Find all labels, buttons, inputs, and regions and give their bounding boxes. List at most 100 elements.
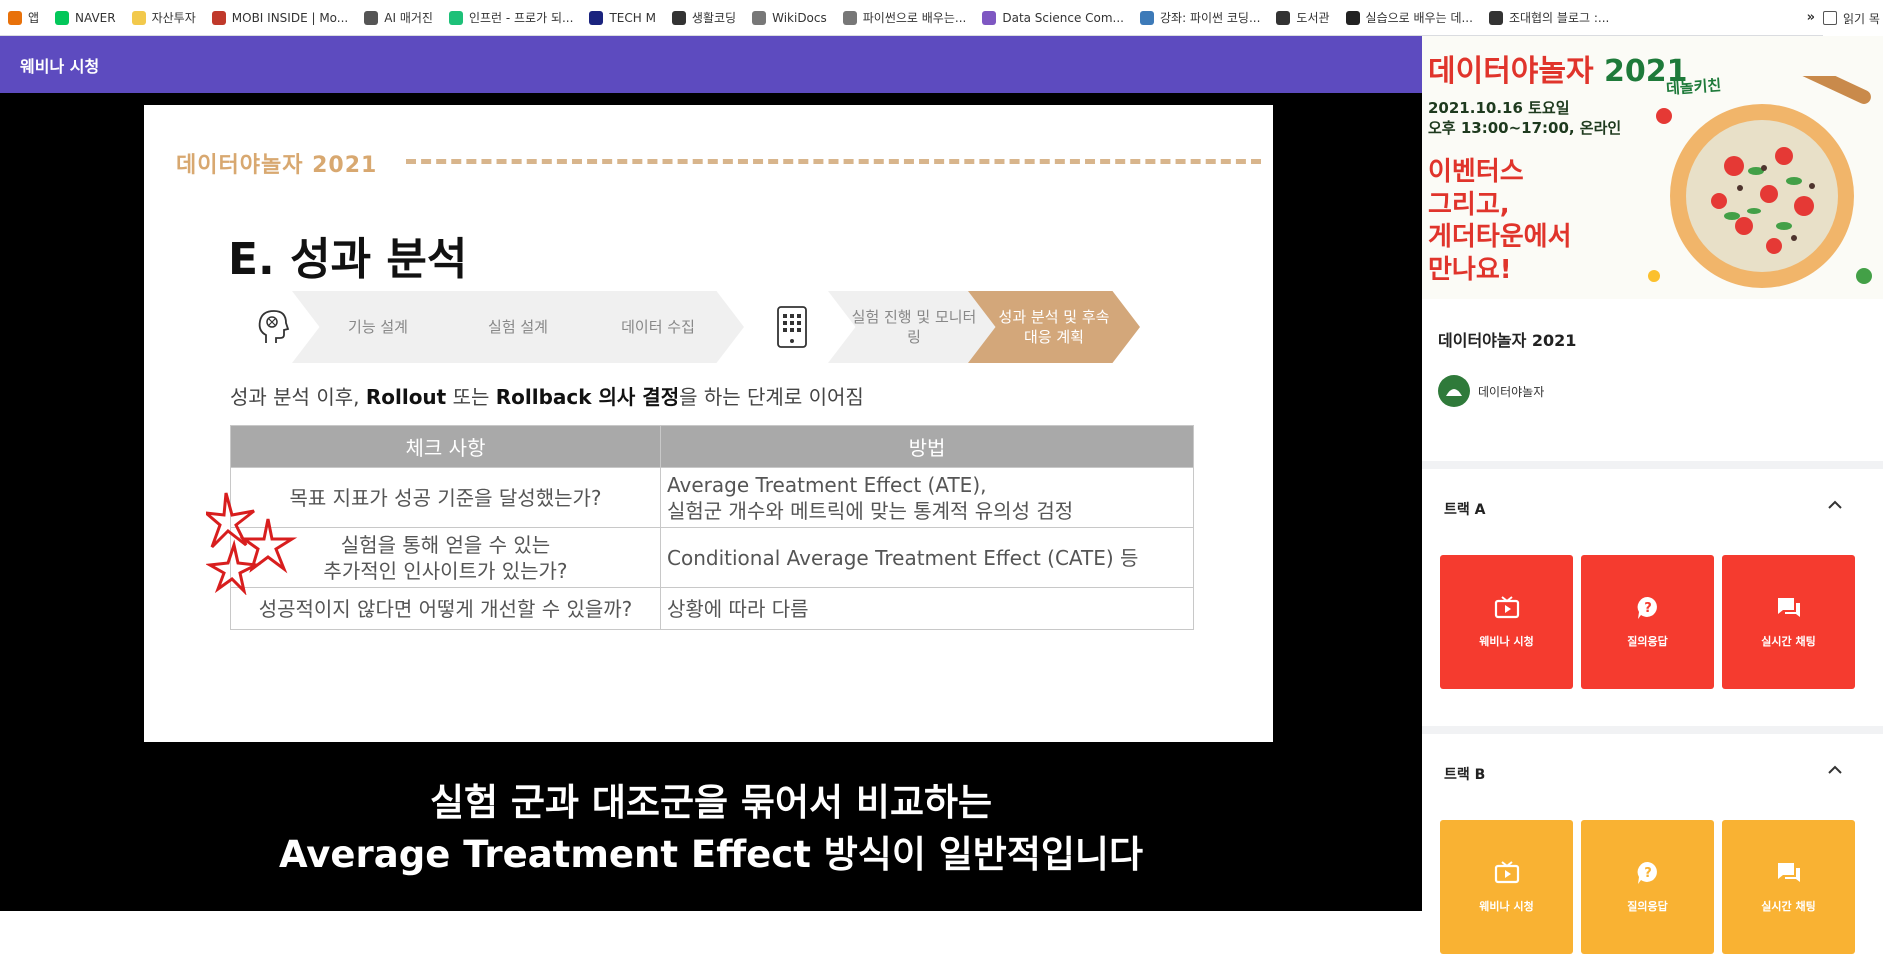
naver-icon: [55, 10, 70, 25]
table-cell: 상황에 따라 다름: [660, 587, 1194, 630]
reading-list-button[interactable]: 읽기 목: [1823, 0, 1883, 36]
track-a-title: 트랙 A: [1444, 502, 1486, 518]
bookmark-label: TECH M: [609, 10, 656, 25]
question-icon: ?: [1637, 596, 1657, 619]
bookmark-label: 실습으로 배우는 데...: [1365, 11, 1473, 25]
collapse-chevron-up-icon[interactable]: [1825, 760, 1845, 780]
step-feature-design: 기능 설계: [292, 291, 464, 363]
bookmark-item[interactable]: 자산투자: [131, 9, 196, 26]
bookmark-item[interactable]: 실습으로 배우는 데...: [1345, 9, 1473, 26]
table-cell: Conditional Average Treatment Effect (CA…: [660, 527, 1194, 588]
collapse-chevron-up-icon[interactable]: [1825, 495, 1845, 515]
brain-head-icon: [258, 310, 290, 343]
event-sidebar: 데이터야놀자 2021 데놀키친 2021.10.16 토요일 오후 13:00~…: [1422, 36, 1883, 962]
webinar-header: 웨비나 시청: [0, 36, 1422, 93]
video-subtitle: 실험 군과 대조군을 묶어서 비교하는 Average Treatment Ef…: [278, 781, 1143, 876]
track-b-qna-button[interactable]: ? 질의응답: [1581, 820, 1714, 954]
bookmark-item[interactable]: 조대협의 블로그 :...: [1488, 9, 1609, 26]
bookmark-label: AI 매거진: [384, 11, 433, 25]
bookmark-label: NAVER: [75, 10, 116, 25]
track-a-webinar-button[interactable]: 웨비나 시청: [1440, 555, 1573, 689]
process-flow: 기능 설계 실험 설계 데이터 수집 실험 진행 및 모니터링 성과 분석 및 …: [252, 291, 1152, 363]
bookmark-item[interactable]: 도서관: [1276, 9, 1330, 26]
event-info: 데이터야놀자 2021 데이터야놀자: [1422, 299, 1883, 461]
globe-icon: [671, 10, 686, 25]
step-monitoring: 실험 진행 및 모니터링: [828, 291, 1000, 363]
poster-tag: 데놀키친: [1665, 76, 1722, 98]
track-b-panel: 트랙 B 웨비나 시청 ? 질의응답 실시간 채팅: [1422, 734, 1883, 962]
bookmark-item[interactable]: 앱: [8, 9, 39, 26]
table-row: 성공적이지 않다면 어떻게 개선할 수 있을까? 상황에 따라 다름: [230, 587, 1194, 630]
bookmark-label: WikiDocs: [772, 10, 827, 25]
table-row: 목표 지표가 성공 기준을 달성했는가? Average Treatment E…: [230, 467, 1194, 528]
bookmark-label: Data Science Com...: [1002, 10, 1124, 25]
video-player[interactable]: 데이터야놀자 2021 E. 성과 분석 기능 설계 실험 설계 데이터 수집: [0, 93, 1422, 911]
reading-list-label: 읽기 목: [1843, 11, 1880, 26]
poster-headline: 이벤터스 그리고, 게더타운에서 만나요!: [1428, 157, 1572, 285]
event-title: 데이터야놀자 2021: [1438, 331, 1577, 350]
mobi-icon: [211, 10, 226, 25]
pen-icon: [364, 10, 379, 25]
chat-icon: [1777, 863, 1800, 882]
bookmark-label: 강좌: 파이썬 코딩...: [1160, 11, 1261, 25]
svg-text:?: ?: [1644, 601, 1652, 616]
slide-description: 성과 분석 이후, Rollout 또는 Rollback 의사 결정을 하는 …: [230, 385, 864, 409]
track-a-qna-button[interactable]: ? 질의응답: [1581, 555, 1714, 689]
tablet-icon: [777, 306, 807, 348]
bookmark-label: MOBI INSIDE | Mo...: [231, 10, 349, 25]
track-a-chat-button[interactable]: 실시간 채팅: [1722, 555, 1855, 689]
track-b-chat-button[interactable]: 실시간 채팅: [1722, 820, 1855, 954]
globe-icon: [1276, 10, 1291, 25]
python-icon: [1140, 10, 1154, 25]
bookmark-item[interactable]: WikiDocs: [752, 10, 827, 25]
wikidocs-icon: [752, 10, 767, 25]
event-poster: 데이터야놀자 2021 데놀키친 2021.10.16 토요일 오후 13:00~…: [1422, 36, 1883, 299]
poster-datetime: 2021.10.16 토요일 오후 13:00~17:00, 온라인: [1428, 99, 1622, 138]
bookmark-item[interactable]: 생활코딩: [671, 9, 736, 26]
checklist-table: 체크 사항 방법 목표 지표가 성공 기준을 달성했는가? Average Tr…: [230, 425, 1194, 630]
bookmark-item[interactable]: 파이썬으로 배우는...: [842, 9, 967, 26]
bookmark-item[interactable]: MOBI INSIDE | Mo...: [211, 10, 349, 25]
video-play-icon: [1494, 596, 1519, 619]
table-header: 방법: [660, 425, 1194, 468]
bookmark-label: 인프런 - 프로가 되...: [468, 11, 574, 25]
table-header-row: 체크 사항 방법: [230, 425, 1194, 468]
content-footer: [0, 911, 1422, 962]
folder-icon: [131, 10, 146, 25]
table-header: 체크 사항: [230, 425, 661, 468]
organizer[interactable]: 데이터야놀자: [1438, 375, 1544, 407]
track-b-webinar-button[interactable]: 웨비나 시청: [1440, 820, 1573, 954]
slide-title: E. 성과 분석: [228, 234, 468, 285]
book-icon: [842, 10, 857, 25]
tistory-icon: [1488, 10, 1503, 25]
table-row: 실험을 통해 얻을 수 있는 추가적인 인사이트가 있는가? Conditiona…: [230, 527, 1194, 588]
handwritten-stars-annotation: [206, 492, 298, 595]
svg-text:?: ?: [1644, 866, 1652, 881]
reading-list-icon: [1823, 11, 1837, 25]
pizza-illustration: [1648, 76, 1872, 288]
apps-grid-icon: [8, 10, 22, 25]
organizer-logo-icon: [1446, 389, 1462, 396]
video-play-icon: [1494, 861, 1519, 884]
bookmarks-overflow-button[interactable]: »: [1807, 10, 1815, 25]
track-a-panel: 트랙 A 웨비나 시청 ? 질의응답 실시간 채팅: [1422, 469, 1883, 726]
bookmark-item[interactable]: Data Science Com...: [982, 10, 1124, 25]
track-b-title: 트랙 B: [1444, 767, 1486, 783]
organizer-name: 데이터야놀자: [1478, 384, 1545, 399]
bookmark-icon: [1345, 10, 1360, 25]
question-icon: ?: [1637, 861, 1657, 884]
table-cell: Average Treatment Effect (ATE), 실험군 개수와 메…: [660, 467, 1194, 528]
page-title: 웨비나 시청: [20, 56, 100, 76]
bookmark-item[interactable]: 강좌: 파이썬 코딩...: [1140, 9, 1260, 26]
presentation-slide: 데이터야놀자 2021 E. 성과 분석 기능 설계 실험 설계 데이터 수집: [144, 105, 1273, 742]
bookmark-label: 도서관: [1296, 11, 1330, 25]
bookmark-item[interactable]: 인프런 - 프로가 되...: [448, 9, 574, 26]
inflearn-icon: [448, 10, 463, 25]
slide-brand: 데이터야놀자 2021: [176, 153, 378, 178]
bookmark-item[interactable]: AI 매거진: [364, 9, 433, 26]
organizer-avatar: [1438, 375, 1470, 407]
bookmark-item[interactable]: TECH M: [589, 10, 656, 25]
bookmark-item[interactable]: NAVER: [55, 10, 116, 25]
bookmark-label: 앱: [28, 11, 40, 25]
bookmark-label: 파이썬으로 배우는...: [862, 11, 967, 25]
